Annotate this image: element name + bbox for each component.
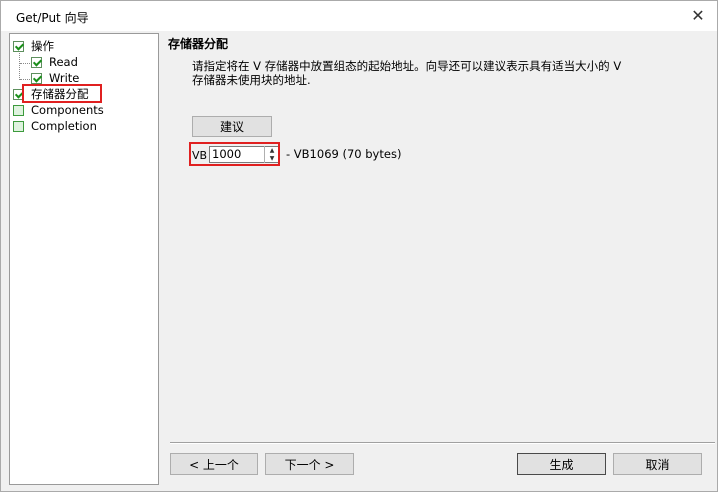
content-panel: 存储器分配 请指定将在 V 存储器中放置组态的起始地址。向导还可以建议表示具有适… <box>161 33 717 491</box>
title-bar: Get/Put 向导 ✕ <box>1 1 717 31</box>
checkbox-unchecked-icon <box>13 120 24 132</box>
generate-button[interactable]: 生成 <box>517 453 606 475</box>
checkbox-unchecked-icon <box>13 104 24 116</box>
footer-separator <box>170 442 715 444</box>
tree-item-label: Completion <box>31 119 97 133</box>
page-title: 存储器分配 <box>168 37 229 51</box>
selection-highlight <box>22 84 102 103</box>
tree-item-operations[interactable]: 操作 <box>13 38 54 54</box>
tree-item-completion[interactable]: Completion <box>13 118 97 134</box>
description-line: 请指定将在 V 存储器中放置组态的起始地址。向导还可以建议表示具有适当大小的 V <box>192 59 622 73</box>
wizard-window: Get/Put 向导 ✕ 操作 Read Write 存储器分配 Compone… <box>0 0 718 492</box>
window-title: Get/Put 向导 <box>16 11 89 25</box>
checkbox-checked-icon <box>31 72 42 84</box>
tree-item-label: Write <box>49 71 80 85</box>
tree-connector <box>20 63 30 64</box>
description-line: 存储器未使用块的地址. <box>192 73 311 87</box>
cancel-button[interactable]: 取消 <box>613 453 702 475</box>
tree-item-label: Read <box>49 55 78 69</box>
tree-item-label: Components <box>31 103 104 117</box>
address-range: - VB1069 (70 bytes) <box>286 147 402 161</box>
tree-connector <box>19 50 20 80</box>
input-highlight <box>189 142 280 166</box>
tree-item-components[interactable]: Components <box>13 102 104 118</box>
page-description: 请指定将在 V 存储器中放置组态的起始地址。向导还可以建议表示具有适当大小的 V… <box>192 59 652 87</box>
tree-item-read[interactable]: Read <box>31 54 78 70</box>
tree-connector <box>20 79 30 80</box>
wizard-step-tree: 操作 Read Write 存储器分配 Components Completio… <box>9 33 159 485</box>
checkbox-checked-icon <box>13 40 24 52</box>
prev-button[interactable]: < 上一个 <box>170 453 258 475</box>
checkbox-checked-icon <box>31 56 42 68</box>
suggest-button[interactable]: 建议 <box>192 116 272 137</box>
next-button[interactable]: 下一个 > <box>265 453 354 475</box>
tree-item-label: 操作 <box>31 39 54 53</box>
close-icon[interactable]: ✕ <box>687 6 709 26</box>
